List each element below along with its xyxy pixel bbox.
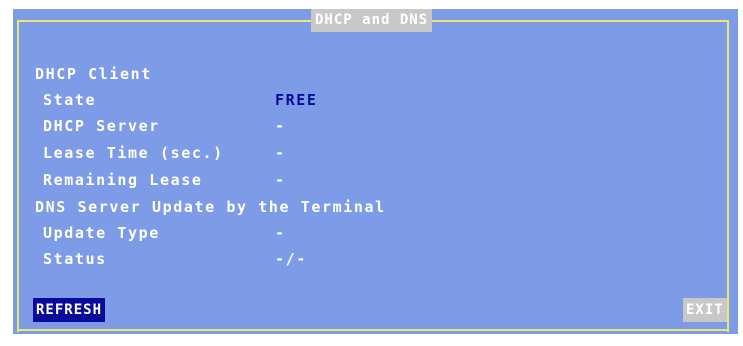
exit-button[interactable]: EXIT (683, 298, 727, 322)
dhcp-server-value: - (275, 117, 286, 135)
remaining-lease-value: - (275, 171, 286, 189)
state-label: State (43, 91, 97, 109)
dhcp-server-label: DHCP Server (43, 117, 160, 135)
dialog-frame-bottom (17, 329, 729, 331)
state-value: FREE (275, 91, 318, 109)
lease-time-value: - (275, 144, 286, 162)
update-type-value: - (275, 224, 286, 242)
lease-time-label: Lease Time (sec.) (43, 144, 224, 162)
dialog-title: DHCP and DNS (311, 9, 433, 32)
remaining-lease-label: Remaining Lease (43, 171, 203, 189)
update-type-label: Update Type (43, 224, 160, 242)
dhcp-client-heading: DHCP Client (35, 65, 152, 83)
status-label: Status (43, 250, 107, 268)
terminal-screen: DHCP and DNS DHCP Client State FREE DHCP… (13, 9, 738, 334)
status-value: -/- (275, 250, 307, 268)
refresh-button[interactable]: REFRESH (33, 298, 106, 322)
dns-update-heading: DNS Server Update by the Terminal (35, 198, 386, 216)
